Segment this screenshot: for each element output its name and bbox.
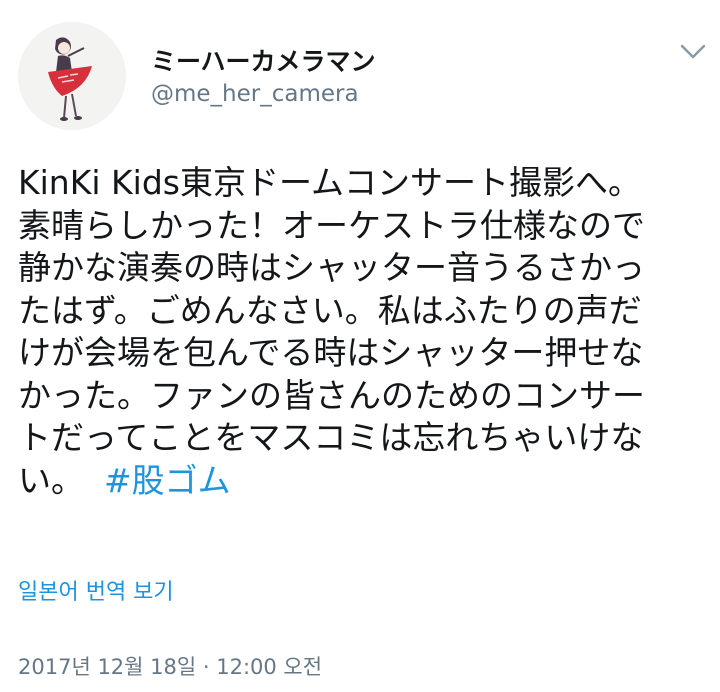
translate-tweet-link[interactable]: 일본어 번역 보기 bbox=[18, 574, 174, 606]
display-name[interactable]: ミーハーカメラマン bbox=[151, 42, 376, 78]
tweet-timestamp[interactable]: 2017년 12월 18일 · 12:00 오전 bbox=[18, 651, 322, 681]
user-avatar-illustration bbox=[18, 22, 126, 130]
chevron-down-icon bbox=[680, 44, 706, 59]
tweet-text-line: 素晴らしかった！オーケストラ仕様なので bbox=[18, 205, 645, 245]
tweet-menu-button[interactable] bbox=[676, 40, 710, 64]
tweet-text-last-line: い。 #股ゴム bbox=[18, 460, 708, 503]
tweet-text: KinKi Kids東京ドームコンサート撮影へ。 素晴らしかった！オーケストラ仕… bbox=[18, 162, 708, 502]
tweet-text-line: けが会場を包んでる時はシャッター押せな bbox=[18, 333, 644, 372]
tweet-text-line: い。 bbox=[18, 460, 84, 500]
hashtag-link[interactable]: #股ゴム bbox=[104, 461, 231, 500]
tweet-text-line: たはず。ごめんなさい。私はふたりの声だ bbox=[18, 290, 642, 330]
avatar[interactable] bbox=[18, 22, 126, 130]
tweet-text-line: かった。ファンの皆さんのためのコンサー bbox=[18, 375, 645, 415]
tweet-text-line: 静かな演奏の時はシャッター音うるさかっ bbox=[18, 248, 645, 287]
user-handle[interactable]: @me_her_camera bbox=[151, 81, 359, 107]
tweet-text-line: KinKi Kids東京ドームコンサート撮影へ。 bbox=[18, 163, 641, 202]
tweet-text-line: トだってことをマスコミは忘れちゃいけな bbox=[18, 418, 644, 457]
